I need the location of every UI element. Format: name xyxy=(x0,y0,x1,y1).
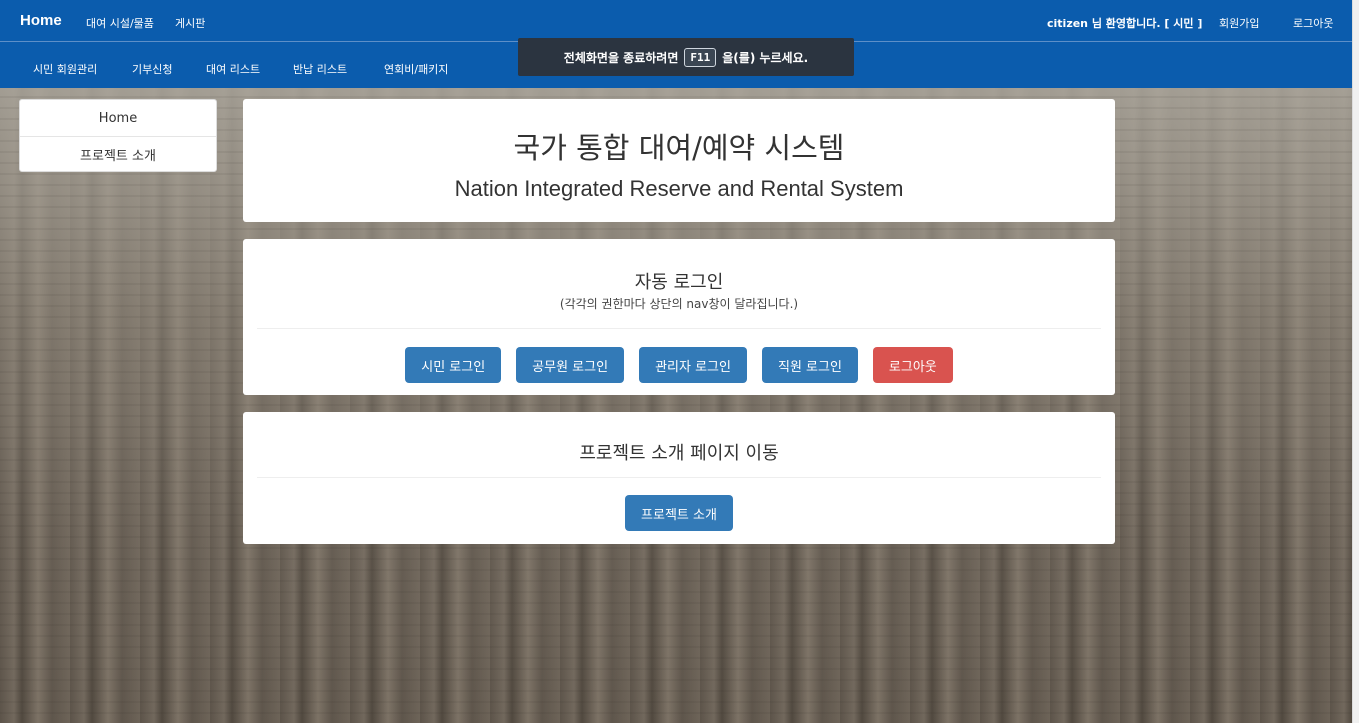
page-title-korean: 국가 통합 대여/예약 시스템 xyxy=(513,131,845,165)
sidebar: Home 프로젝트 소개 xyxy=(19,99,217,172)
citizen-login-button[interactable]: 시민 로그인 xyxy=(405,347,502,383)
sidebar-item-home[interactable]: Home xyxy=(20,100,216,136)
nav-link-signup[interactable]: 회원가입 xyxy=(1219,15,1259,31)
auto-login-subtitle: (각각의 권한마다 상단의 nav창이 달라집니다.) xyxy=(559,297,799,311)
scrollbar[interactable] xyxy=(1352,0,1359,723)
divider xyxy=(257,477,1101,478)
project-button-wrap: 프로젝트 소개 xyxy=(243,495,1115,531)
banner-prefix: 전체화면을 종료하려면 xyxy=(563,50,679,65)
admin-login-button[interactable]: 관리자 로그인 xyxy=(639,347,747,383)
fullscreen-exit-banner: 전체화면을 종료하려면 F11 을(를) 누르세요. xyxy=(518,38,854,76)
nav-link-rental-facilities[interactable]: 대여 시설/물품 xyxy=(86,15,154,31)
nav-link-board[interactable]: 게시판 xyxy=(175,15,205,31)
nav-brand-home[interactable]: Home xyxy=(20,12,62,29)
auto-login-heading: 자동 로그인 xyxy=(634,272,724,293)
page-title-english: Nation Integrated Reserve and Rental Sys… xyxy=(454,176,904,201)
navbar-primary-row: Home 대여 시설/물품 게시판 citizen 님 환영합니다. [ 시민 … xyxy=(0,0,1352,42)
nav-link-return-list[interactable]: 반납 리스트 xyxy=(293,61,347,77)
nav-link-rental-list[interactable]: 대여 리스트 xyxy=(206,61,260,77)
project-heading: 프로젝트 소개 페이지 이동 xyxy=(579,443,779,464)
project-intro-button[interactable]: 프로젝트 소개 xyxy=(625,495,733,531)
project-panel: 프로젝트 소개 페이지 이동 프로젝트 소개 xyxy=(243,412,1115,544)
f11-key-badge: F11 xyxy=(684,47,717,67)
nav-link-citizen-members[interactable]: 시민 회원관리 xyxy=(33,61,97,77)
login-button-row: 시민 로그인 공무원 로그인 관리자 로그인 직원 로그인 로그아웃 xyxy=(243,347,1115,383)
nav-link-annual-fee[interactable]: 연회비/패키지 xyxy=(384,61,448,77)
auto-login-panel: 자동 로그인 (각각의 권한마다 상단의 nav창이 달라집니다.) 시민 로그… xyxy=(243,239,1115,395)
nav-link-logout[interactable]: 로그아웃 xyxy=(1293,15,1333,31)
banner-suffix: 을(를) 누르세요. xyxy=(722,50,809,65)
staff-login-button[interactable]: 직원 로그인 xyxy=(761,347,858,383)
welcome-text: citizen 님 환영합니다. [ 시민 ] xyxy=(1047,17,1203,30)
title-panel: 국가 통합 대여/예약 시스템 Nation Integrated Reserv… xyxy=(243,99,1115,222)
nav-link-donation[interactable]: 기부신청 xyxy=(132,61,172,77)
official-login-button[interactable]: 공무원 로그인 xyxy=(516,347,625,383)
logout-button[interactable]: 로그아웃 xyxy=(872,347,953,383)
sidebar-item-project-intro[interactable]: 프로젝트 소개 xyxy=(20,136,216,172)
divider xyxy=(257,328,1101,329)
